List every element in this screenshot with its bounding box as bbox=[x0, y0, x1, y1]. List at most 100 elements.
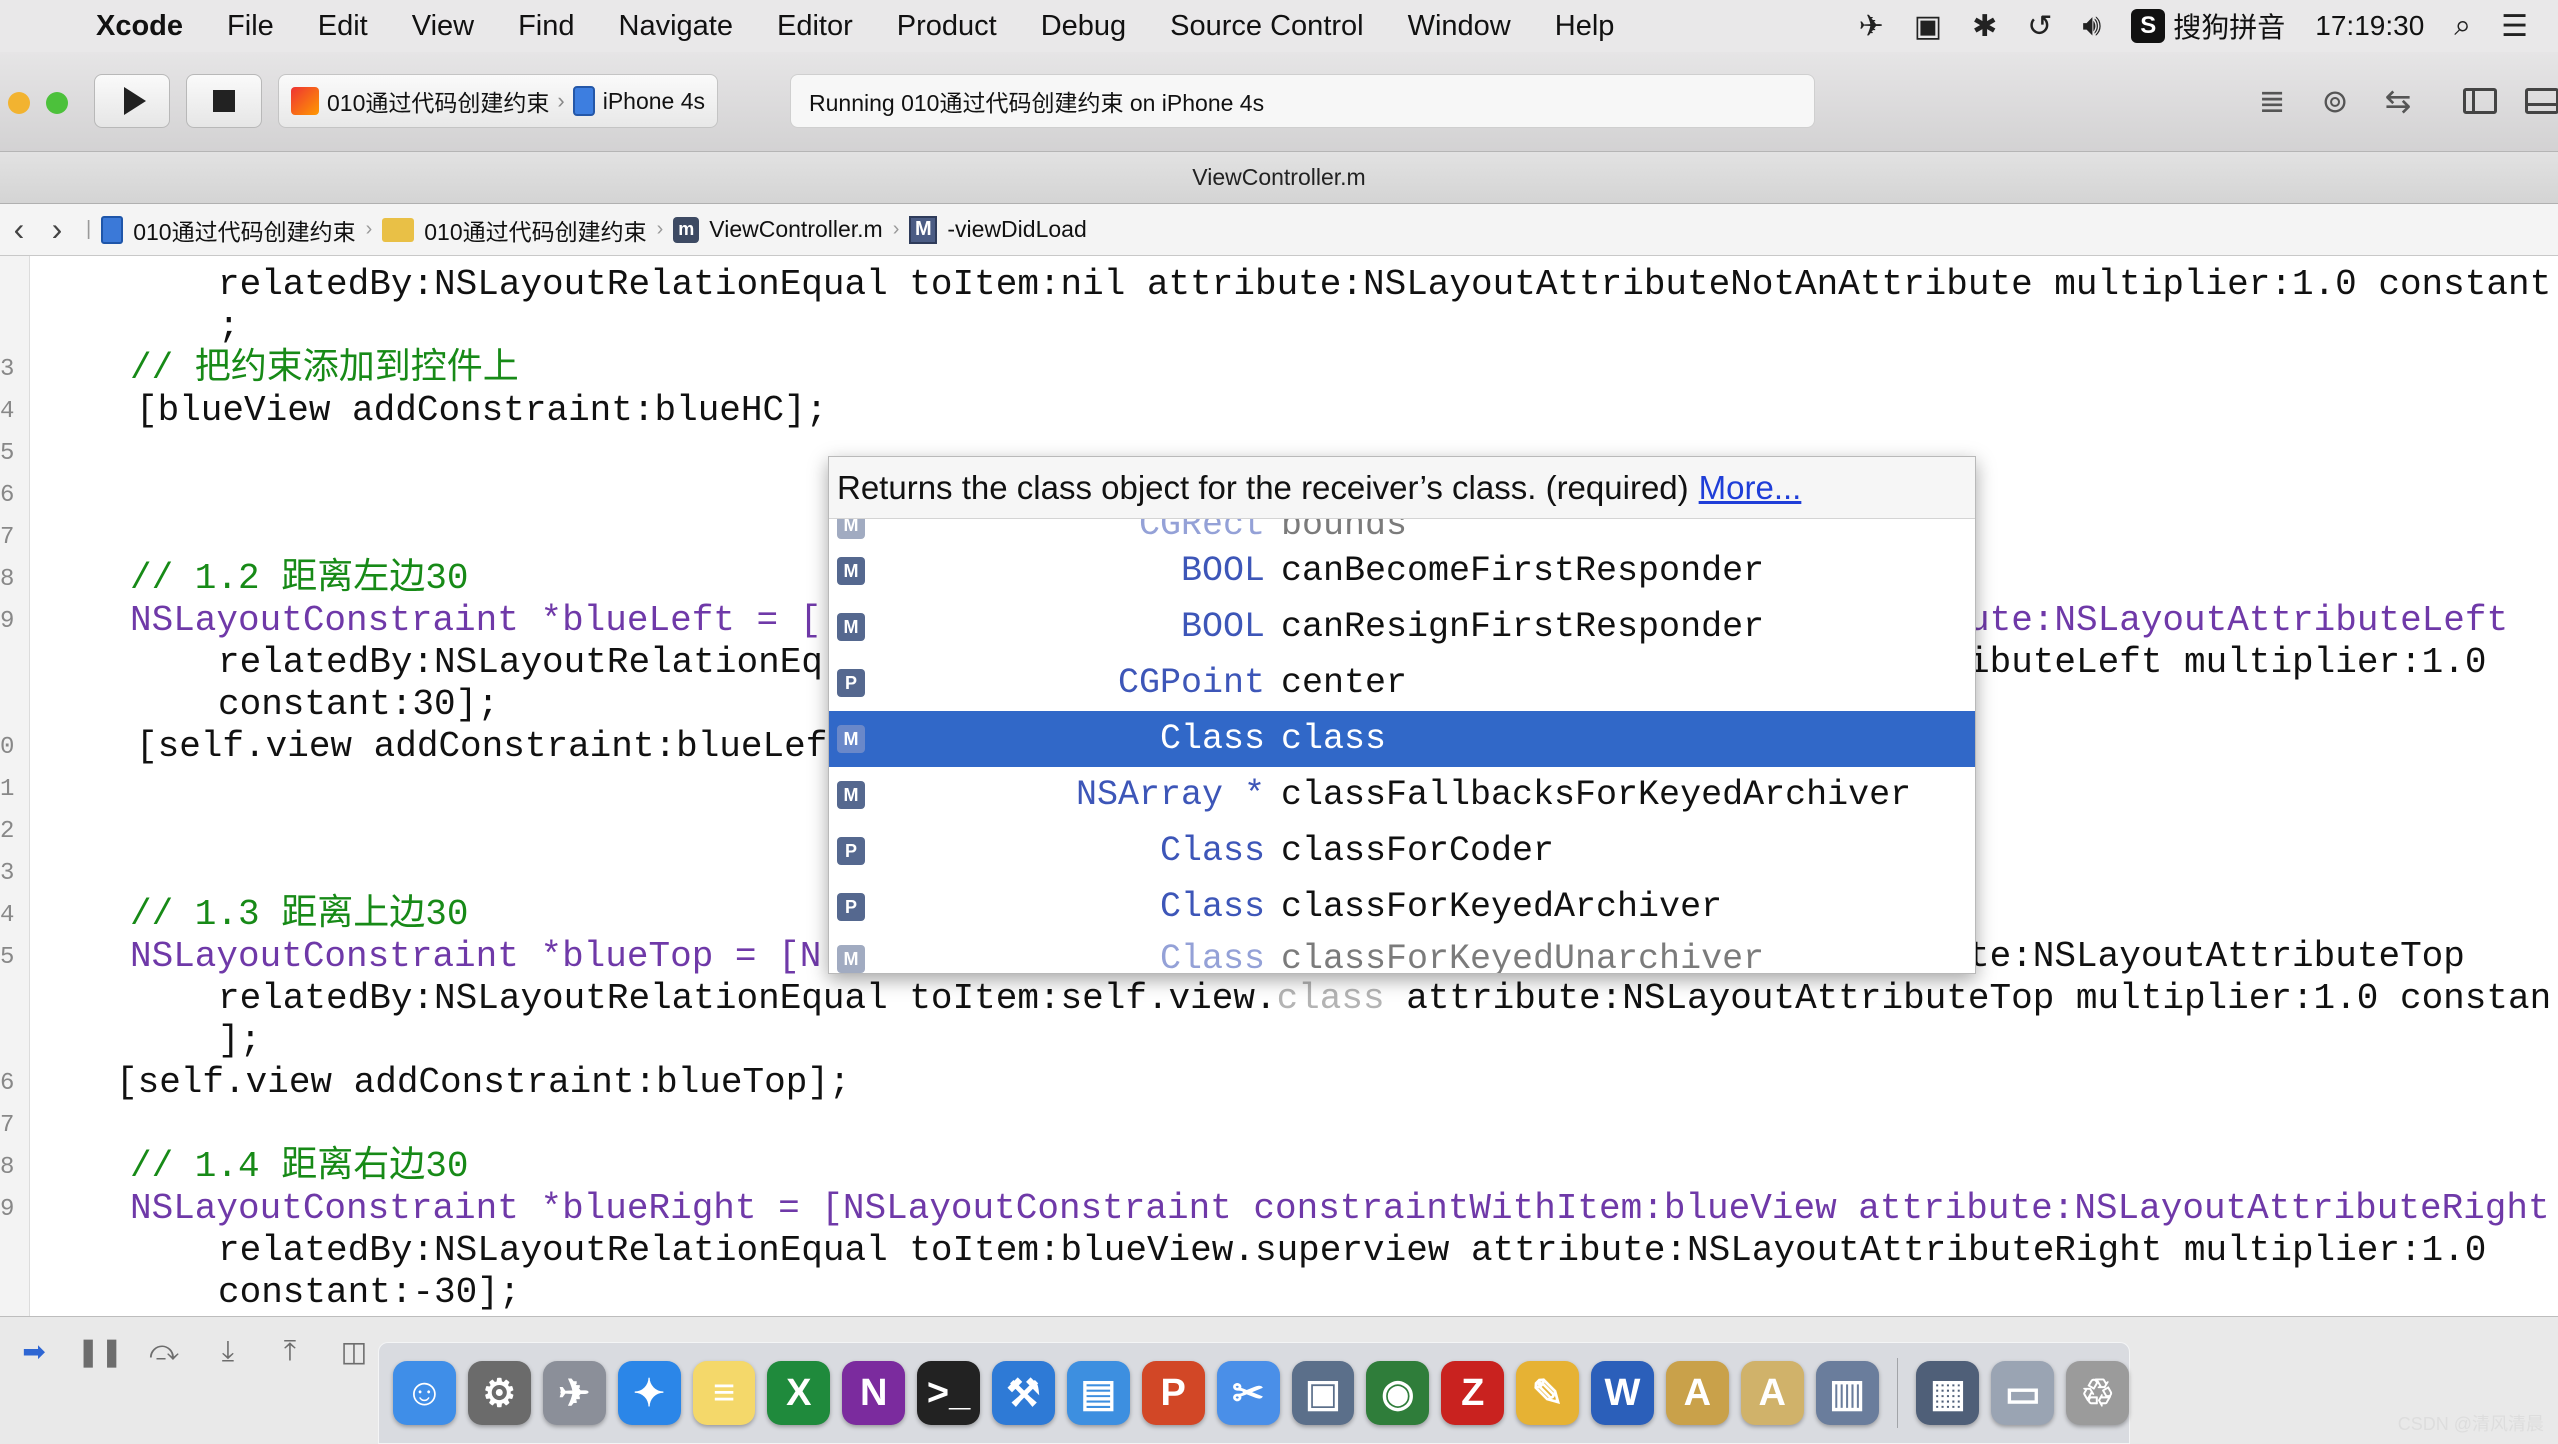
stop-button[interactable] bbox=[186, 74, 262, 128]
completion-type: Class bbox=[1159, 887, 1265, 927]
excel-app-icon[interactable]: X bbox=[767, 1361, 831, 1425]
launchpad-app-icon[interactable]: ✈ bbox=[542, 1361, 606, 1425]
menu-editor[interactable]: Editor bbox=[755, 10, 875, 43]
notification-center-icon[interactable]: ☰ bbox=[2501, 9, 2528, 44]
tab-title[interactable]: ViewController.m bbox=[1192, 164, 1365, 191]
time-machine-icon[interactable]: ↺ bbox=[2027, 9, 2052, 44]
window-minimize-button[interactable] bbox=[8, 92, 30, 114]
input-method-menu[interactable]: S 搜狗拼音 bbox=[2131, 6, 2285, 46]
line-number: 7 bbox=[0, 1112, 15, 1139]
view-debugger-icon[interactable]: ◫ bbox=[334, 1331, 374, 1371]
code-line: NSLayoutConstraint *blueTop = [N bbox=[130, 936, 822, 977]
preview-app-icon[interactable]: ▥ bbox=[1815, 1361, 1879, 1425]
completion-placeholder: class bbox=[1276, 978, 1385, 1019]
code-line: ibuteLeft multiplier:1.0 bbox=[1968, 642, 2487, 683]
screen-app-icon[interactable]: ▦ bbox=[1916, 1361, 1980, 1425]
terminal-app-icon[interactable]: >_ bbox=[917, 1361, 980, 1425]
text-app-2-icon[interactable]: A bbox=[1740, 1361, 1804, 1425]
breadcrumb-file[interactable]: m ViewController.m bbox=[673, 216, 883, 243]
line-number: 8 bbox=[0, 1154, 15, 1181]
completion-item[interactable]: P Class classForKeyedArchiver bbox=[829, 879, 1975, 935]
menu-source-control[interactable]: Source Control bbox=[1148, 10, 1385, 43]
spotlight-search-icon[interactable]: ⌕ bbox=[2454, 9, 2471, 43]
pause-icon[interactable]: ❚❚ bbox=[77, 1331, 124, 1371]
breadcrumb-method[interactable]: M -viewDidLoad bbox=[909, 215, 1087, 244]
safari-app-icon[interactable]: ✦ bbox=[617, 1361, 681, 1425]
system-preferences-app-icon[interactable]: ⚙ bbox=[467, 1361, 531, 1425]
version-editor-button[interactable]: ⇆ bbox=[2368, 76, 2428, 126]
completion-type: BOOL bbox=[1180, 607, 1265, 647]
camera-icon[interactable]: ▣ bbox=[1914, 9, 1942, 44]
menu-app-name[interactable]: Xcode bbox=[82, 10, 205, 43]
completion-item[interactable]: P Class classForCoder bbox=[829, 823, 1975, 879]
xcode-app-icon[interactable]: ⚒ bbox=[992, 1361, 1055, 1425]
completion-name: classFallbacksForKeyedArchiver bbox=[1281, 775, 1912, 815]
volume-icon[interactable]: 🔊︎ bbox=[2082, 9, 2101, 43]
filezilla-app-icon[interactable]: Z bbox=[1441, 1361, 1505, 1425]
completion-item-selected[interactable]: M Class class bbox=[829, 711, 1975, 767]
chevron-right-icon: › bbox=[557, 88, 565, 113]
scheme-selector[interactable]: 010通过代码创建约束 › iPhone 4s bbox=[278, 74, 718, 128]
debug-area-toggle-button[interactable] bbox=[2512, 76, 2558, 126]
code-line: NSLayoutConstraint *blueLeft = [ bbox=[130, 600, 822, 641]
trash-app-icon[interactable]: ♲ bbox=[2066, 1361, 2130, 1425]
more-link[interactable]: More... bbox=[1699, 469, 1802, 507]
finder-app-icon[interactable]: ☺ bbox=[393, 1361, 456, 1425]
completion-item[interactable]: M NSArray * classFallbacksForKeyedArchiv… bbox=[829, 767, 1975, 823]
photo-app-icon[interactable]: ▣ bbox=[1291, 1361, 1355, 1425]
menu-window[interactable]: Window bbox=[1386, 10, 1533, 43]
breadcrumb-group[interactable]: 010通过代码创建约束 bbox=[382, 213, 647, 247]
forward-arrow-icon[interactable]: › bbox=[38, 211, 76, 248]
line-number-gutter[interactable]: 3 4 5 6 7 8 9 0 1 2 3 4 5 6 7 8 9 bbox=[0, 256, 30, 1316]
line-number: 4 bbox=[0, 902, 15, 929]
left-panel-icon bbox=[2463, 88, 2497, 114]
code-comment: // 1.4 距离右边30 bbox=[130, 1146, 469, 1187]
word-app-icon[interactable]: W bbox=[1591, 1361, 1654, 1425]
completion-name: classForKeyedUnarchiver bbox=[1281, 939, 1765, 974]
completion-item[interactable]: P CGPoint center bbox=[829, 655, 1975, 711]
tools-app-icon[interactable]: ✎ bbox=[1516, 1361, 1579, 1425]
code-line: [self.view addConstraint:blueLef bbox=[136, 726, 828, 767]
scheme-name[interactable]: 010通过代码创建约束 bbox=[327, 84, 549, 118]
simulator-app-icon[interactable]: ✂ bbox=[1216, 1361, 1280, 1425]
notes-app-icon[interactable]: ≡ bbox=[692, 1361, 756, 1425]
menu-file[interactable]: File bbox=[205, 10, 296, 43]
step-over-icon[interactable]: ⤼ bbox=[144, 1331, 184, 1371]
method-badge-icon: M bbox=[837, 945, 865, 973]
completion-item[interactable]: M BOOL canResignFirstResponder bbox=[829, 599, 1975, 655]
completion-list[interactable]: M CGRect bounds M BOOL canBecomeFirstRes… bbox=[829, 519, 1975, 974]
navigator-toggle-button[interactable] bbox=[2450, 76, 2510, 126]
menu-edit[interactable]: Edit bbox=[296, 10, 390, 43]
menu-product[interactable]: Product bbox=[875, 10, 1019, 43]
breadcrumb-project[interactable]: 010通过代码创建约束 bbox=[101, 213, 356, 247]
back-arrow-icon[interactable]: ‹ bbox=[0, 211, 38, 248]
breadcrumb-project-label: 010通过代码创建约束 bbox=[133, 218, 356, 245]
completion-item[interactable]: M Class classForKeyedUnarchiver bbox=[829, 931, 1975, 974]
powerpoint-app-icon[interactable]: P bbox=[1141, 1361, 1205, 1425]
airplane-icon[interactable]: ✈ bbox=[1859, 9, 1884, 44]
standard-editor-button[interactable]: ≣ bbox=[2242, 76, 2302, 126]
window-zoom-button[interactable] bbox=[46, 92, 68, 114]
device-name[interactable]: iPhone 4s bbox=[603, 88, 705, 115]
menu-debug[interactable]: Debug bbox=[1019, 10, 1148, 43]
code-comment: // 把约束添加到控件上 bbox=[130, 348, 519, 389]
network-app-icon[interactable]: ◉ bbox=[1366, 1361, 1430, 1425]
text-app-1-icon[interactable]: A bbox=[1665, 1361, 1729, 1425]
menu-view[interactable]: View bbox=[390, 10, 496, 43]
completion-item[interactable]: M BOOL canBecomeFirstResponder bbox=[829, 543, 1975, 599]
onenote-app-icon[interactable]: N bbox=[842, 1361, 906, 1425]
menu-help[interactable]: Help bbox=[1533, 10, 1637, 43]
window-app-icon[interactable]: ▭ bbox=[1991, 1361, 2055, 1425]
menu-clock[interactable]: 17:19:30 bbox=[2315, 10, 2424, 42]
bluetooth-icon[interactable]: ✱ bbox=[1972, 9, 1997, 44]
step-out-icon[interactable]: ⤒ bbox=[270, 1331, 310, 1371]
code-line: ; bbox=[218, 306, 240, 347]
assistant-editor-button[interactable]: ⊚ bbox=[2305, 76, 2365, 126]
menu-find[interactable]: Find bbox=[496, 10, 596, 43]
folder-app-icon[interactable]: ▤ bbox=[1066, 1361, 1130, 1425]
chevron-right-icon: › bbox=[892, 218, 900, 240]
run-button[interactable] bbox=[94, 74, 170, 128]
menu-navigate[interactable]: Navigate bbox=[597, 10, 755, 43]
breakpoints-toggle-icon[interactable]: ➡ bbox=[14, 1331, 54, 1371]
step-into-icon[interactable]: ⤓ bbox=[208, 1331, 248, 1371]
